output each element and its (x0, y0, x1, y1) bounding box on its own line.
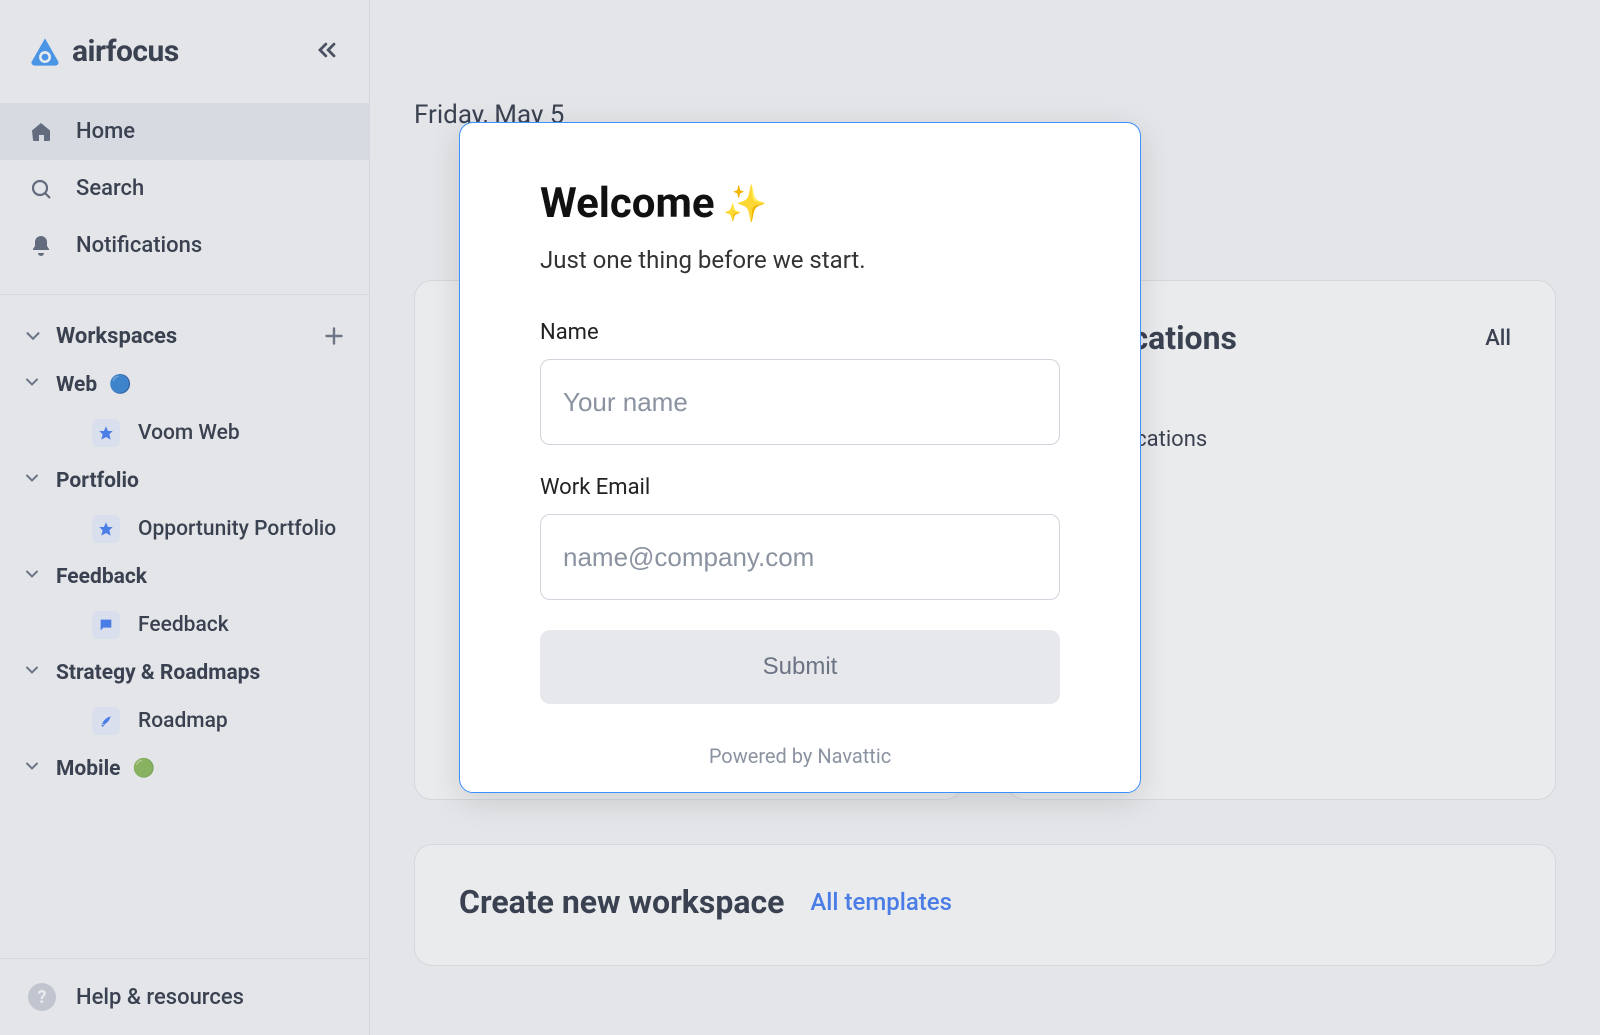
modal-title-text: Welcome (540, 179, 715, 228)
name-input[interactable] (540, 359, 1060, 445)
modal-overlay[interactable]: Welcome ✨ Just one thing before we start… (0, 0, 1600, 1035)
email-input[interactable] (540, 514, 1060, 600)
sparkles-icon: ✨ (723, 183, 768, 225)
submit-button[interactable]: Submit (540, 630, 1060, 704)
powered-by: Powered by Navattic (540, 744, 1060, 768)
name-label: Name (540, 320, 1060, 345)
email-field-group: Work Email (540, 475, 1060, 600)
modal-title: Welcome ✨ (540, 179, 1060, 228)
welcome-modal: Welcome ✨ Just one thing before we start… (459, 122, 1141, 793)
email-label: Work Email (540, 475, 1060, 500)
modal-subtitle: Just one thing before we start. (540, 246, 1060, 274)
name-field-group: Name (540, 320, 1060, 445)
